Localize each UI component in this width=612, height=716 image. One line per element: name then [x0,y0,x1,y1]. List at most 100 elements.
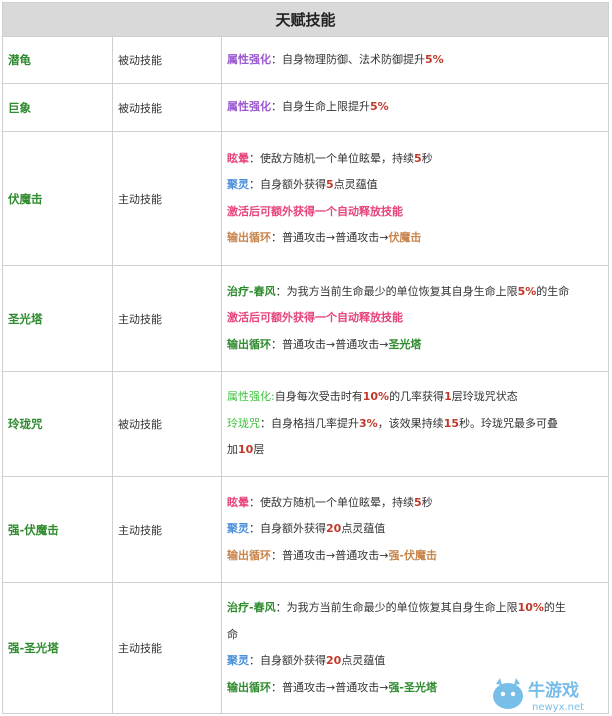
description-segment: ：自身额外获得 [249,178,326,191]
description-segment: 聚灵 [227,522,249,536]
description-segment: 秒。玲珑咒最多可叠 [459,416,558,430]
table-row: 伏魔击 主动技能 眩晕：使敌方随机一个单位眩晕，持续5秒 聚灵：自身额外获得5点灵蕴值… [2,131,610,266]
description-segment: 点灵蕴值 [333,178,378,191]
description-segment: 3% [359,416,378,430]
watermark-main-text: 牛游戏 [528,680,579,701]
description-line: 输出循环：普通攻击→普通攻击→强-伏魔击 [227,543,603,570]
description-segment: 的生 [543,601,566,614]
table-title: 天赋技能 [1,2,610,37]
description-segment: 加 [227,443,238,457]
skill-name: 强-伏魔击 [2,476,113,583]
description-segment: 5% [425,52,444,66]
description-segment: 10% [362,390,390,404]
table-row: 玲珑咒 被动技能 属性强化:自身每次受击时有10%的几率获得1层玲珑咒状态 玲珑咒：自… [2,371,610,477]
description-line: 命 [227,622,603,649]
description-segment: 点灵蕴值 [341,522,386,536]
table-row: 巨象 被动技能 属性强化：自身生命上限提升5% [2,83,610,132]
description-line: 聚灵：自身额外获得5点灵蕴值 [227,172,603,199]
description-segment: 输出循环 [227,548,271,562]
description-line: 眩晕：使敌方随机一个单位眩晕，持续5秒 [227,146,603,173]
skill-description: 属性强化：自身生命上限提升5% [220,83,610,132]
description-line: 聚灵：自身额外获得20点灵蕴值 [227,516,603,543]
description-segment: 10 [238,443,254,457]
description-segment: 伏魔击 [388,231,422,244]
description-segment: 的生命 [536,284,570,298]
description-segment: 玲珑咒 [227,416,260,430]
description-segment: 1 [444,390,452,404]
description-line: 激活后可额外获得一个自动释放技能 [227,199,603,226]
skill-description: 眩晕：使敌方随机一个单位眩晕，持续5秒 聚灵：自身额外获得20点灵蕴值 输出循环：普… [220,476,610,583]
description-line: 输出循环：普通攻击→普通攻击→伏魔击 [227,225,603,252]
description-segment: 激活后可额外获得一个自动释放技能 [227,204,403,218]
description-segment: ：自身额外获得 [249,654,326,667]
description-segment: 强-圣光塔 [388,680,438,694]
description-segment: 属性强化 [227,52,271,66]
description-line: 眩晕：使敌方随机一个单位眩晕，持续5秒 [227,490,603,517]
description-segment: 治疗-春风 [227,601,276,614]
description-segment: 属性强化 [227,100,271,114]
description-segment: 5% [517,284,537,298]
skill-type: 主动技能 [112,476,222,583]
description-segment: 10% [517,601,544,614]
description-segment: ：为我方当前生命最少的单位恢复其自身生命上限 [275,284,518,298]
description-segment: ：普通攻击→普通攻击→ [271,337,389,351]
description-segment: 层玲珑咒状态 [451,390,518,404]
skill-type: 主动技能 [112,582,222,714]
description-segment: 秒 [421,151,433,165]
description-segment: ：自身格挡几率提升 [260,416,359,430]
skill-type: 被动技能 [112,83,222,132]
description-line: 属性强化：自身生命上限提升5% [227,94,603,121]
description-segment: 输出循环 [227,337,271,351]
description-segment: 点灵蕴值 [341,654,386,667]
table-row: 强-伏魔击 主动技能 眩晕：使敌方随机一个单位眩晕，持续5秒 聚灵：自身额外获得20点… [2,476,610,583]
skill-description: 属性强化:自身每次受击时有10%的几率获得1层玲珑咒状态 玲珑咒：自身格挡几率提升… [220,371,610,477]
table-body: 潜龟 被动技能 属性强化：自身物理防御、法术防御提升5% 巨象 被动技能 属性强化：自身生… [2,36,610,714]
description-segment: 治疗-春风 [227,284,276,298]
description-segment: 层 [253,443,265,457]
description-segment: 聚灵 [227,178,249,191]
description-segment: 眩晕 [227,151,249,165]
description-segment: 圣光塔 [388,337,422,351]
description-line: 加10层 [227,437,603,464]
description-segment: 属性强化: [227,390,275,404]
description-segment: ：普通攻击→普通攻击→ [271,680,389,694]
description-segment: 秒 [421,495,433,509]
description-line: 治疗-春风：为我方当前生命最少的单位恢复其自身生命上限5%的生命 [227,279,603,306]
description-segment: 5 [414,495,422,509]
description-segment: 15 [443,416,459,430]
description-segment: ：自身额外获得 [249,522,326,536]
description-segment: 眩晕 [227,495,249,509]
skill-name: 巨象 [2,83,113,132]
description-line: 属性强化:自身每次受击时有10%的几率获得1层玲珑咒状态 [227,384,603,411]
watermark-sub-text: newyx.net [532,702,584,713]
skill-type: 被动技能 [112,36,222,84]
table-row: 圣光塔 主动技能 治疗-春风：为我方当前生命最少的单位恢复其自身生命上限5%的生命激… [2,265,610,372]
description-segment: 5 [326,178,334,191]
description-segment: ：普通攻击→普通攻击→ [271,548,389,562]
description-segment: ：普通攻击→普通攻击→ [271,231,389,244]
description-segment: 输出循环 [227,231,271,244]
description-segment: 命 [227,627,238,641]
description-segment: 自身每次受击时有 [274,390,363,404]
table-header-row: 天赋技能 [1,2,610,37]
description-segment: ：使敌方随机一个单位眩晕，持续 [249,151,414,165]
description-segment: 20 [326,654,342,667]
watermark-logo: 牛游戏 newyx.net [493,678,584,713]
description-segment: 5% [370,100,389,114]
table-row: 潜龟 被动技能 属性强化：自身物理防御、法术防御提升5% [2,36,610,84]
description-segment: 的几率获得 [389,390,445,404]
description-line: 聚灵：自身额外获得20点灵蕴值 [227,648,603,675]
skill-name: 强-圣光塔 [2,582,113,714]
skill-name: 潜龟 [2,36,113,84]
description-segment: ：自身物理防御、法术防御提升 [271,52,425,66]
description-segment: ：使敌方随机一个单位眩晕，持续 [249,495,414,509]
description-line: 玲珑咒：自身格挡几率提升3%，该效果持续15秒。玲珑咒最多可叠 [227,411,603,438]
skill-name: 玲珑咒 [2,371,113,477]
description-segment: ，该效果持续 [377,416,444,430]
skill-type: 被动技能 [112,371,222,477]
skill-name: 圣光塔 [2,265,113,372]
description-line: 属性强化：自身物理防御、法术防御提升5% [227,47,603,74]
description-segment: 5 [414,151,422,165]
description-line: 输出循环：普通攻击→普通攻击→圣光塔 [227,332,603,359]
description-segment: ：自身生命上限提升 [271,100,370,114]
